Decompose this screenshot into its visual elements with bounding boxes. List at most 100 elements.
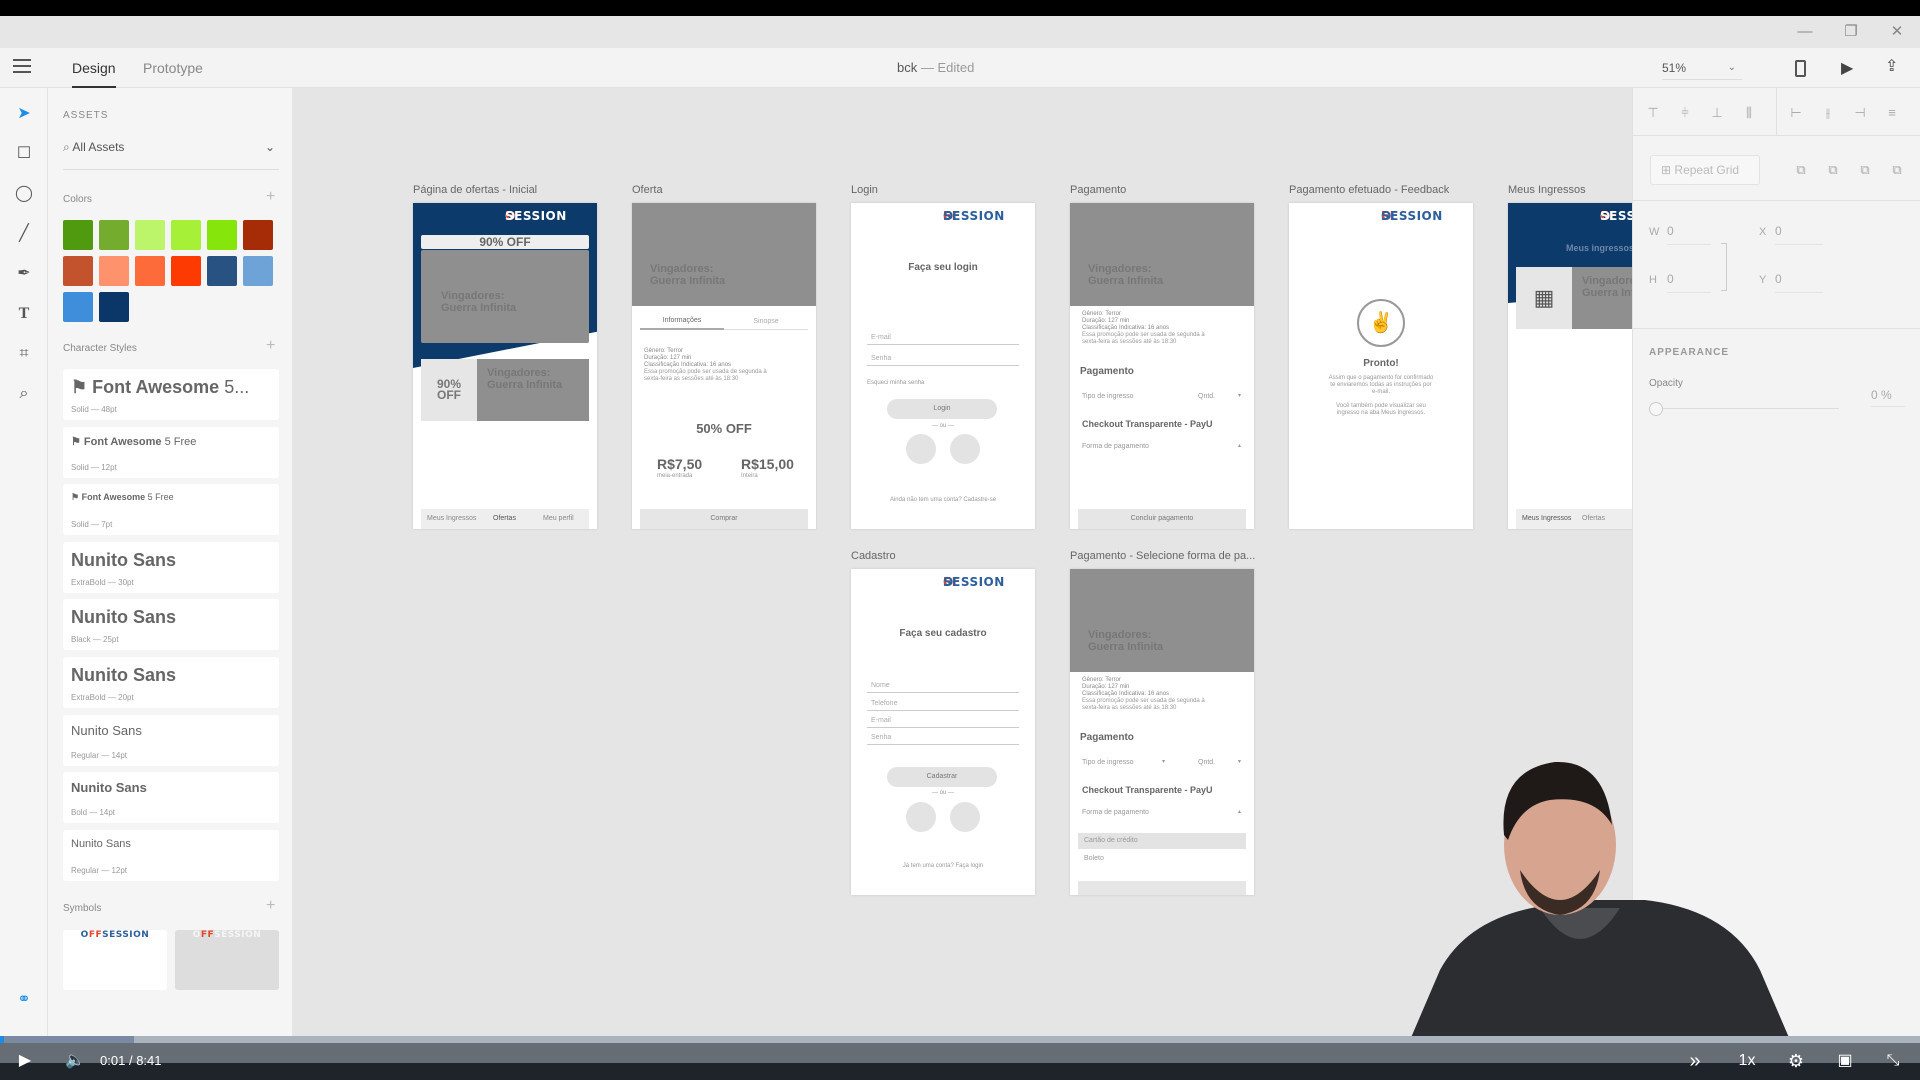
progress-bar[interactable] bbox=[0, 1036, 1920, 1043]
tab-sinopse[interactable]: Sinopse bbox=[724, 318, 808, 330]
artboard-label[interactable]: Pagamento efetuado - Feedback bbox=[1289, 184, 1449, 196]
align-top-icon[interactable]: ⊤ bbox=[1643, 103, 1663, 123]
artboard-oferta[interactable]: Vingadores: Guerra Infinita Informações S… bbox=[632, 203, 816, 529]
boolean-intersect-icon[interactable]: ⧉ bbox=[1855, 160, 1875, 180]
align-left-icon[interactable]: ⊢ bbox=[1786, 103, 1806, 123]
repeat-grid-button[interactable]: ⊞ Repeat Grid bbox=[1650, 155, 1760, 185]
quantity-select[interactable]: Qntd. bbox=[1198, 759, 1215, 766]
option-credit-card[interactable]: Cartão de crédito bbox=[1078, 833, 1246, 849]
character-style-item[interactable]: Nunito Sans Regular — 14pt bbox=[63, 714, 279, 766]
settings-gear-icon[interactable]: ⚙ bbox=[1783, 1050, 1809, 1072]
color-swatch[interactable] bbox=[243, 220, 273, 250]
artboard-pagamento-forma[interactable]: Vingadores: Guerra Infinita Gênero: Terro… bbox=[1070, 569, 1254, 895]
color-swatch[interactable] bbox=[99, 256, 129, 286]
color-swatch[interactable] bbox=[63, 220, 93, 250]
payment-method-select[interactable]: Forma de pagamento bbox=[1082, 809, 1149, 816]
device-preview-icon[interactable] bbox=[1795, 60, 1806, 77]
x-input[interactable]: 0 bbox=[1775, 224, 1823, 245]
line-icon[interactable]: ╱ bbox=[12, 222, 36, 246]
phone-field[interactable]: Telefone bbox=[867, 700, 1019, 711]
artboard-cadastro[interactable]: O FF SESSION Faça seu cadastro Nome Telefo… bbox=[851, 569, 1035, 895]
artboard-pagamento[interactable]: Vingadores: Guerra Infinita Gênero: Terro… bbox=[1070, 203, 1254, 529]
artboard-label[interactable]: Login bbox=[851, 184, 878, 196]
color-swatch[interactable] bbox=[99, 292, 129, 322]
boolean-exclude-icon[interactable]: ⧉ bbox=[1887, 160, 1907, 180]
color-swatch[interactable] bbox=[243, 256, 273, 286]
picture-in-picture-icon[interactable]: ▣ bbox=[1832, 1050, 1858, 1072]
artboard-feedback[interactable]: O FF SESSION ✌ Pronto! Assim que o pagamen… bbox=[1289, 203, 1473, 529]
symbol-logo-dark[interactable]: OFFSESSION bbox=[175, 930, 279, 990]
quantity-select[interactable]: Qntd. bbox=[1198, 393, 1215, 400]
distribute-horizontal-icon[interactable]: ≡ bbox=[1882, 103, 1902, 123]
character-style-item[interactable]: Nunito Sans Black — 25pt bbox=[63, 599, 279, 651]
social-login-button[interactable] bbox=[950, 434, 980, 464]
color-swatch[interactable] bbox=[63, 292, 93, 322]
y-input[interactable]: 0 bbox=[1775, 272, 1823, 293]
boolean-add-icon[interactable]: ⧉ bbox=[1791, 160, 1811, 180]
close-button[interactable]: ✕ bbox=[1874, 16, 1920, 48]
confirm-button[interactable] bbox=[1078, 881, 1246, 895]
zoom-icon[interactable]: ⌕ bbox=[12, 382, 36, 406]
complete-payment-button[interactable]: Concluir pagamento bbox=[1078, 509, 1246, 529]
color-swatch[interactable] bbox=[135, 256, 165, 286]
social-login-button[interactable] bbox=[906, 802, 936, 832]
align-center-icon[interactable]: ⫲ bbox=[1818, 103, 1838, 123]
select-icon[interactable]: ➤ bbox=[12, 102, 36, 126]
opacity-slider[interactable] bbox=[1649, 402, 1839, 416]
tab-design[interactable]: Design bbox=[72, 48, 116, 88]
lock-aspect-icon[interactable] bbox=[1721, 243, 1727, 291]
add-character-style-icon[interactable]: + bbox=[266, 337, 275, 355]
slider-thumb[interactable] bbox=[1649, 402, 1663, 416]
ellipse-icon[interactable]: ◯ bbox=[12, 182, 36, 206]
signup-button[interactable]: Cadastrar bbox=[887, 767, 997, 787]
artboard-label[interactable]: Pagamento bbox=[1070, 184, 1126, 196]
name-field[interactable]: Nome bbox=[867, 682, 1019, 693]
character-style-item[interactable]: Nunito Sans ExtraBold — 30pt bbox=[63, 541, 279, 593]
login-link[interactable]: Já tem uma conta? Faça login bbox=[851, 863, 1035, 870]
opacity-input[interactable]: 0 % bbox=[1871, 388, 1905, 407]
pen-icon[interactable]: ✒ bbox=[12, 262, 36, 286]
artboard-label[interactable]: Meus Ingressos bbox=[1508, 184, 1586, 196]
email-field[interactable]: E-mail bbox=[867, 717, 1019, 728]
color-swatch[interactable] bbox=[135, 220, 165, 250]
password-field[interactable]: Senha bbox=[867, 355, 1019, 366]
artboard-label[interactable]: Cadastro bbox=[851, 550, 896, 562]
height-input[interactable]: 0 bbox=[1667, 272, 1711, 293]
exit-fullscreen-icon[interactable]: ⤡ bbox=[1880, 1050, 1906, 1072]
share-icon[interactable]: ⇪ bbox=[1885, 56, 1898, 76]
playback-speed-button[interactable]: 1x bbox=[1734, 1050, 1760, 1072]
color-swatch[interactable] bbox=[207, 220, 237, 250]
social-login-button[interactable] bbox=[950, 802, 980, 832]
color-swatch[interactable] bbox=[171, 256, 201, 286]
payment-method-select[interactable]: Forma de pagamento bbox=[1082, 443, 1149, 450]
add-color-icon[interactable]: + bbox=[266, 188, 275, 206]
ticket-type-select[interactable]: Tipo de ingresso bbox=[1082, 393, 1134, 400]
character-style-item[interactable]: ⚑ Font Awesome 5 Free Solid — 7pt bbox=[63, 484, 279, 536]
social-login-button[interactable] bbox=[906, 434, 936, 464]
symbol-logo-light[interactable]: OFFSESSION bbox=[63, 930, 167, 990]
add-symbol-icon[interactable]: + bbox=[266, 897, 275, 915]
artboard-meus-ingressos[interactable]: OFFSESSION Meus ingressos ▦ Vingadores:G… bbox=[1508, 203, 1632, 529]
artboard-icon[interactable]: ⌗ bbox=[12, 342, 36, 366]
tab-prototype[interactable]: Prototype bbox=[143, 48, 203, 88]
hamburger-menu-icon[interactable] bbox=[13, 59, 31, 73]
ticket-card[interactable]: Vingadores:Guerra Infinita bbox=[1572, 267, 1632, 329]
character-style-item[interactable]: Nunito Sans Regular — 12pt bbox=[63, 829, 279, 881]
distribute-vertical-icon[interactable]: ⫼ bbox=[1739, 103, 1759, 123]
artboard-login[interactable]: O FF SESSION Faça seu login E-mail Senha E… bbox=[851, 203, 1035, 529]
forgot-password-link[interactable]: Esqueci minha senha bbox=[867, 380, 924, 387]
artboard-ofertas-inicial[interactable]: O FF SESSION 90% OFF Vingadores: Guerra Inf… bbox=[413, 203, 597, 529]
character-style-item[interactable]: Nunito Sans Bold — 14pt bbox=[63, 772, 279, 824]
character-style-item[interactable]: ⚑ Font Awesome 5 Free Solid — 12pt bbox=[63, 426, 279, 478]
rectangle-icon[interactable]: ☐ bbox=[12, 142, 36, 166]
width-input[interactable]: 0 bbox=[1667, 224, 1711, 245]
boolean-subtract-icon[interactable]: ⧉ bbox=[1823, 160, 1843, 180]
artboard-label[interactable]: Página de ofertas - Inicial bbox=[413, 184, 537, 196]
email-field[interactable]: E-mail bbox=[867, 334, 1019, 345]
align-middle-icon[interactable]: ⫩ bbox=[1675, 103, 1695, 123]
tab-informacoes[interactable]: Informações bbox=[640, 317, 724, 330]
ticket-type-select[interactable]: Tipo de ingresso bbox=[1082, 759, 1134, 766]
restore-button[interactable]: ❐ bbox=[1828, 16, 1874, 48]
color-swatch[interactable] bbox=[99, 220, 129, 250]
color-swatch[interactable] bbox=[171, 220, 201, 250]
